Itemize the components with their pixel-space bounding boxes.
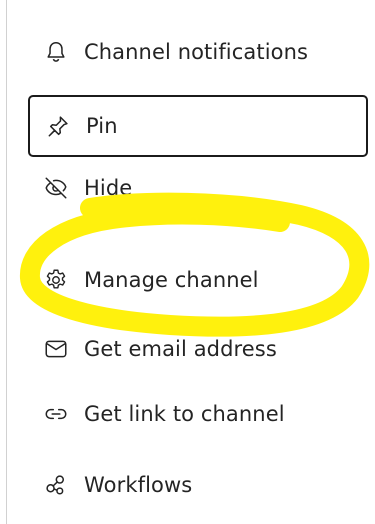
menu-item-hide[interactable]: Hide — [28, 164, 368, 212]
eye-off-icon — [42, 174, 70, 202]
menu-item-label: Workflows — [84, 473, 193, 497]
menu-item-label: Get link to channel — [84, 402, 285, 426]
menu-item-channel-notifications[interactable]: Channel notifications — [28, 28, 368, 76]
workflows-icon — [42, 471, 70, 499]
menu-item-label: Pin — [86, 114, 118, 138]
menu-item-manage-channel[interactable]: Manage channel — [28, 256, 368, 304]
mail-icon — [42, 335, 70, 363]
pin-icon — [44, 112, 72, 140]
menu-item-label: Hide — [84, 176, 133, 200]
menu-border — [6, 0, 7, 524]
menu-item-pin[interactable]: Pin — [28, 95, 368, 157]
menu-item-label: Get email address — [84, 337, 277, 361]
menu-item-get-email-address[interactable]: Get email address — [28, 325, 368, 373]
menu-item-label: Manage channel — [84, 268, 259, 292]
bell-icon — [42, 38, 70, 66]
channel-context-menu: Channel notifications Pin Hide Manage ch… — [0, 0, 375, 524]
gear-icon — [42, 266, 70, 294]
link-icon — [42, 400, 70, 428]
menu-item-workflows[interactable]: Workflows — [28, 461, 368, 509]
menu-item-get-link-to-channel[interactable]: Get link to channel — [28, 390, 368, 438]
menu-item-label: Channel notifications — [84, 40, 309, 64]
